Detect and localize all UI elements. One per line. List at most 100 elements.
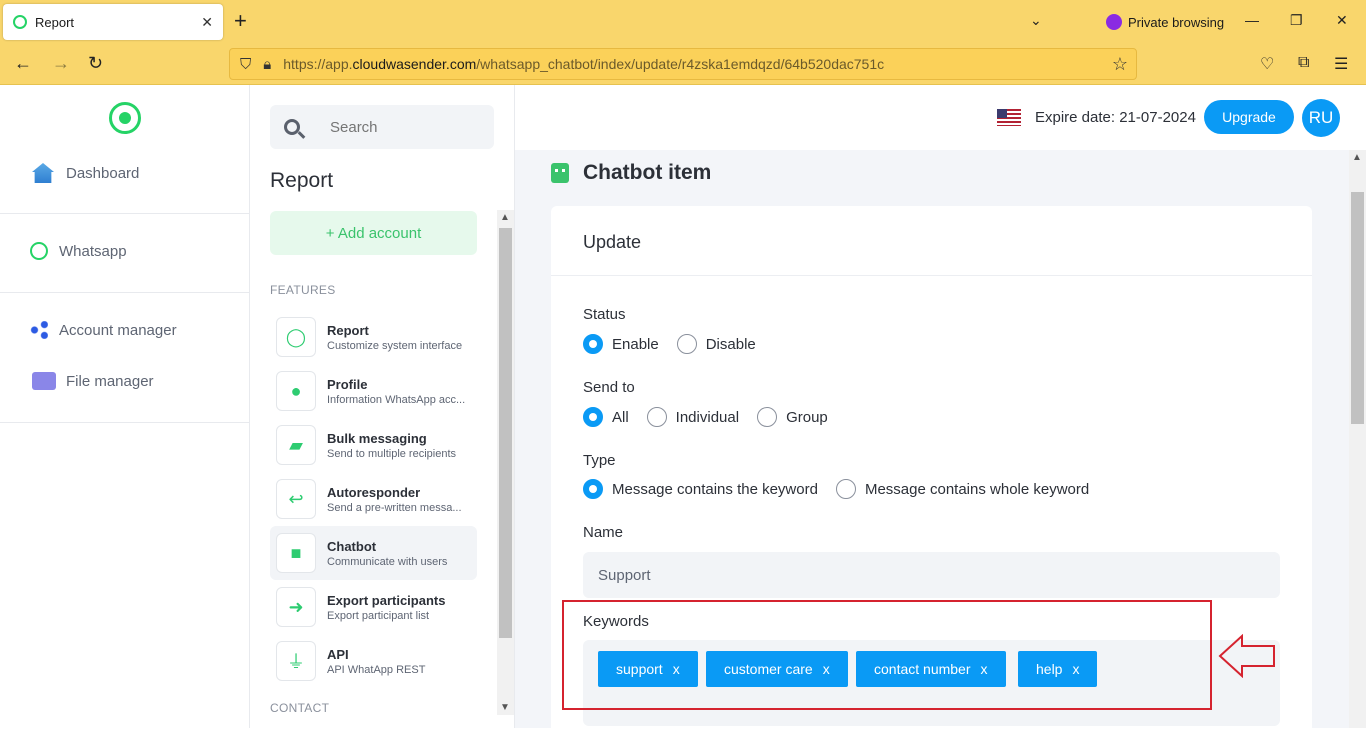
name-field[interactable] bbox=[583, 552, 1280, 598]
annotation-arrow-icon bbox=[1218, 634, 1275, 678]
private-mask-icon bbox=[1106, 14, 1122, 30]
type-contains-option[interactable]: Message contains the keyword bbox=[583, 479, 818, 499]
address-bar[interactable]: ⛉ 🔒︎ https://app. cloudwasender.com/whats… bbox=[229, 48, 1137, 80]
main-scrollbar[interactable]: ▲ bbox=[1349, 150, 1366, 728]
scrollbar-thumb[interactable] bbox=[499, 228, 512, 638]
shield-icon[interactable]: ⛉ bbox=[240, 56, 251, 73]
feature-panel-scrollbar[interactable]: ▲ ▼ bbox=[497, 210, 514, 715]
feature-item-autoresponder[interactable]: ↩ Autoresponder Send a pre-written messa.… bbox=[270, 472, 477, 526]
status-disable-option[interactable]: Disable bbox=[676, 334, 756, 354]
restore-icon[interactable]: ❐ bbox=[1290, 12, 1303, 29]
us-flag-icon[interactable] bbox=[997, 109, 1021, 126]
home-icon bbox=[32, 163, 54, 183]
robot-icon bbox=[551, 163, 569, 183]
feature-item-chatbot[interactable]: ■ Chatbot Communicate with users bbox=[270, 526, 477, 580]
card-title: Update bbox=[583, 232, 642, 252]
status-label: Status bbox=[583, 306, 626, 323]
feature-item-report[interactable]: ◯ Report Customize system interface bbox=[270, 310, 477, 364]
whatsapp-icon: ◯ bbox=[276, 317, 316, 357]
upgrade-button[interactable]: Upgrade bbox=[1204, 100, 1294, 134]
scroll-down-icon[interactable]: ▼ bbox=[500, 702, 510, 713]
option-label: Message contains whole keyword bbox=[864, 480, 1090, 498]
send-to-group-option[interactable]: Group bbox=[757, 407, 828, 427]
sidebar-item-whatsapp[interactable]: Whatsapp bbox=[30, 242, 127, 260]
page-title: Chatbot item bbox=[583, 161, 712, 184]
scroll-up-icon[interactable]: ▲ bbox=[500, 212, 510, 223]
share-nodes-icon bbox=[30, 321, 48, 339]
reply-icon: ↩ bbox=[276, 479, 316, 519]
divider bbox=[551, 275, 1312, 276]
divider bbox=[0, 213, 249, 214]
divider bbox=[0, 422, 249, 423]
contact-section-label: CONTACT bbox=[270, 701, 330, 715]
window-close-icon[interactable]: ✕ bbox=[1336, 12, 1348, 29]
back-arrow-icon[interactable]: ← bbox=[14, 53, 32, 73]
robot-icon: ■ bbox=[276, 533, 316, 573]
status-enable-option[interactable]: Enable bbox=[583, 334, 659, 354]
feature-item-profile[interactable]: ● Profile Information WhatsApp acc... bbox=[270, 364, 477, 418]
whatsapp-favicon-icon bbox=[13, 15, 27, 29]
sidebar-item-account-manager[interactable]: Account manager bbox=[30, 321, 177, 339]
features-section-label: FEATURES bbox=[270, 283, 336, 297]
feature-item-bulk-messaging[interactable]: ▰ Bulk messaging Send to multiple recipie… bbox=[270, 418, 477, 472]
radio-checked[interactable] bbox=[583, 479, 603, 499]
extensions-icon[interactable]: ⧉ bbox=[1298, 54, 1309, 72]
minimize-icon[interactable]: — bbox=[1245, 12, 1259, 28]
feature-subtitle: Send a pre-written messa... bbox=[327, 501, 462, 514]
radio-checked[interactable] bbox=[583, 334, 603, 354]
sidebar-item-label: Whatsapp bbox=[59, 242, 127, 260]
reload-icon[interactable]: ↻ bbox=[88, 53, 103, 73]
feature-item-api[interactable]: ⏚ API API WhatApp REST bbox=[270, 634, 477, 688]
radio-checked[interactable] bbox=[583, 407, 603, 427]
radio-unchecked[interactable] bbox=[676, 334, 697, 354]
feature-subtitle: Send to multiple recipients bbox=[327, 447, 457, 460]
feature-item-export-participants[interactable]: ➜ Export participants Export participant … bbox=[270, 580, 477, 634]
option-label: Disable bbox=[705, 335, 756, 353]
sidebar-item-file-manager[interactable]: File manager bbox=[32, 372, 154, 390]
type-whole-option[interactable]: Message contains whole keyword bbox=[835, 479, 1090, 499]
chevron-down-icon[interactable]: ⌄ bbox=[1030, 12, 1042, 29]
tab-close-icon[interactable]: ✕ bbox=[201, 14, 213, 31]
radio-unchecked[interactable] bbox=[757, 407, 778, 427]
feature-subtitle: API WhatApp REST bbox=[327, 663, 426, 676]
app-logo-icon[interactable] bbox=[109, 102, 141, 134]
option-label: Message contains the keyword bbox=[612, 480, 818, 498]
page-header: Chatbot item bbox=[551, 161, 711, 185]
name-label: Name bbox=[583, 524, 624, 541]
top-header: Expire date: 21-07-2024 Upgrade RU bbox=[515, 85, 1366, 150]
user-icon: ● bbox=[276, 371, 316, 411]
avatar[interactable]: RU bbox=[1302, 99, 1340, 137]
menu-icon[interactable]: ☰ bbox=[1334, 54, 1348, 74]
bookmark-star-icon[interactable]: ☆ bbox=[1112, 54, 1128, 75]
type-label: Type bbox=[583, 452, 616, 469]
search-input[interactable] bbox=[330, 118, 480, 136]
sidebar-item-dashboard[interactable]: Dashboard bbox=[32, 163, 139, 183]
add-account-button[interactable]: + Add account bbox=[270, 211, 477, 255]
feature-subtitle: Customize system interface bbox=[327, 339, 463, 352]
option-label: Individual bbox=[675, 408, 740, 426]
export-icon: ➜ bbox=[276, 587, 316, 627]
feature-subtitle: Export participant list bbox=[327, 609, 430, 622]
status-radio-group: Enable Disable bbox=[583, 334, 774, 354]
new-tab-button[interactable]: + bbox=[234, 10, 247, 32]
forward-arrow-icon[interactable]: → bbox=[52, 53, 70, 73]
send-to-all-option[interactable]: All bbox=[583, 407, 629, 427]
main-content: Expire date: 21-07-2024 Upgrade RU Chatb… bbox=[515, 85, 1366, 736]
sidebar-item-label: File manager bbox=[66, 372, 154, 390]
send-to-individual-option[interactable]: Individual bbox=[646, 407, 740, 427]
radio-unchecked[interactable] bbox=[835, 479, 856, 499]
scroll-up-icon[interactable]: ▲ bbox=[1352, 152, 1362, 163]
tab-title: Report bbox=[35, 14, 75, 30]
radio-unchecked[interactable] bbox=[646, 407, 667, 427]
feature-panel: Report + Add account FEATURES ◯ ReportCu… bbox=[250, 85, 515, 728]
browser-tab[interactable]: Report ✕ bbox=[3, 4, 223, 40]
send-to-radio-group: All Individual Group bbox=[583, 407, 846, 427]
search-box[interactable] bbox=[270, 105, 494, 149]
lock-icon[interactable]: 🔒︎ bbox=[263, 56, 271, 73]
pocket-icon[interactable]: ♡ bbox=[1260, 54, 1274, 74]
left-sidebar: Dashboard Whatsapp Account manager File … bbox=[0, 85, 250, 728]
scrollbar-thumb[interactable] bbox=[1351, 192, 1364, 424]
option-label: Group bbox=[786, 408, 828, 426]
feature-title: Chatbot bbox=[327, 538, 377, 554]
feature-title: Export participants bbox=[327, 592, 446, 608]
